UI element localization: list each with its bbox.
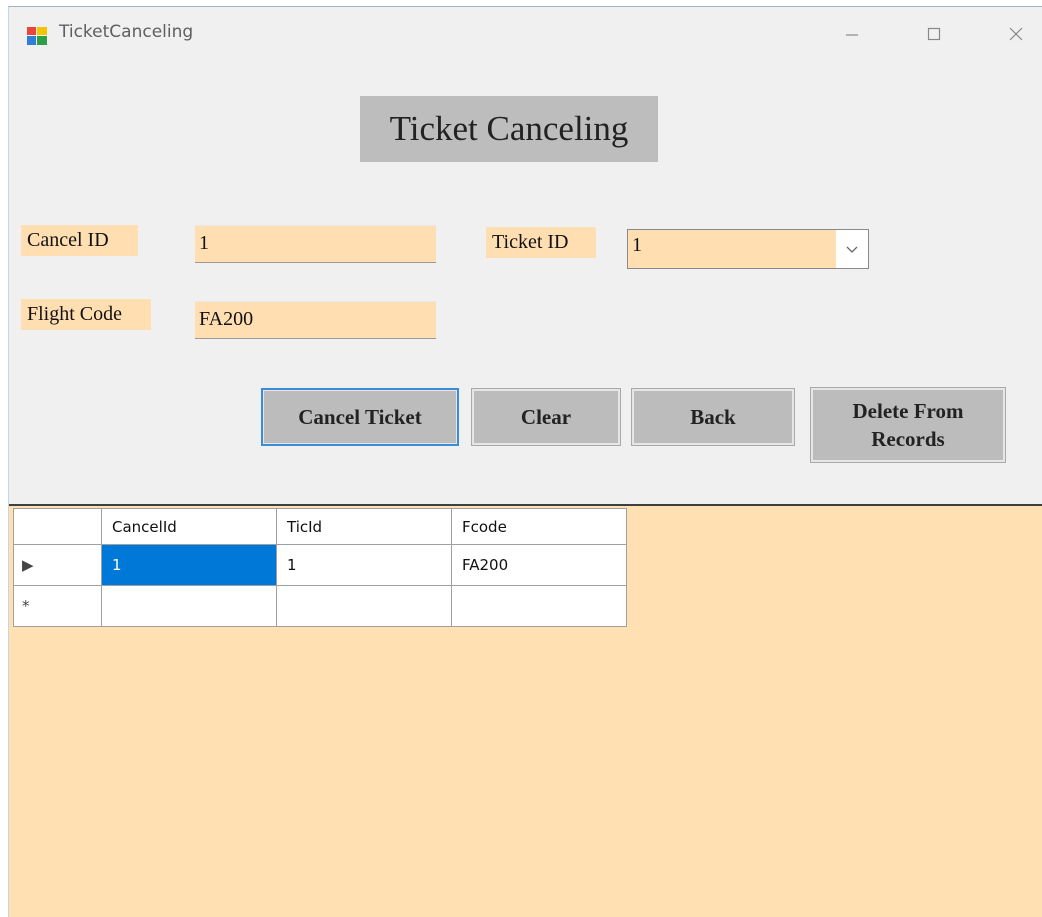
row-indicator-new[interactable]: *	[13, 585, 102, 627]
clear-button[interactable]: Clear	[471, 388, 621, 446]
delete-from-records-button[interactable]: Delete From Records	[810, 387, 1006, 463]
column-header-fcode[interactable]: Fcode	[451, 508, 627, 545]
minimize-icon	[846, 34, 858, 36]
minimize-button[interactable]	[837, 21, 867, 47]
page-title: Ticket Canceling	[360, 96, 658, 162]
table-cell[interactable]	[276, 585, 452, 627]
dropdown-arrow-button[interactable]	[836, 230, 868, 268]
cancel-ticket-button[interactable]: Cancel Ticket	[261, 388, 459, 446]
maximize-icon	[927, 27, 941, 41]
ticket-id-label: Ticket ID	[486, 227, 596, 258]
table-header-row: CancelId TicId Fcode	[13, 508, 627, 545]
table-cell[interactable]: 1	[276, 544, 452, 586]
table-cell[interactable]: FA200	[451, 544, 627, 586]
table-cell[interactable]: 1	[101, 544, 277, 586]
ticket-id-selected-value: 1	[632, 234, 642, 256]
records-grid[interactable]: CancelId TicId Fcode ▶ 1 1 FA200 *	[9, 504, 1042, 917]
title-bar: TicketCanceling	[9, 7, 1042, 63]
close-icon	[1009, 27, 1023, 41]
chevron-down-icon	[846, 246, 858, 253]
column-header-ticid[interactable]: TicId	[276, 508, 452, 545]
row-indicator-current[interactable]: ▶	[13, 544, 102, 586]
flight-code-label: Flight Code	[21, 299, 151, 330]
maximize-button[interactable]	[919, 21, 949, 47]
ticket-canceling-window: TicketCanceling Ticket Canceling Cancel …	[8, 6, 1042, 917]
table-cell[interactable]	[451, 585, 627, 627]
app-icon	[27, 27, 47, 45]
table-cell[interactable]	[101, 585, 277, 627]
column-header-cancelid[interactable]: CancelId	[101, 508, 277, 545]
back-button[interactable]: Back	[631, 388, 795, 446]
close-button[interactable]	[1001, 21, 1031, 47]
cancel-id-input[interactable]: 1	[195, 225, 436, 263]
table-row-new[interactable]: *	[13, 585, 627, 627]
window-title: TicketCanceling	[59, 22, 194, 42]
cancel-id-label: Cancel ID	[21, 225, 138, 256]
ticket-id-dropdown[interactable]: 1	[627, 229, 869, 269]
flight-code-input[interactable]: FA200	[195, 301, 436, 339]
table-row[interactable]: ▶ 1 1 FA200	[13, 544, 627, 586]
row-header-corner[interactable]	[13, 508, 102, 545]
records-table: CancelId TicId Fcode ▶ 1 1 FA200 *	[13, 508, 627, 627]
